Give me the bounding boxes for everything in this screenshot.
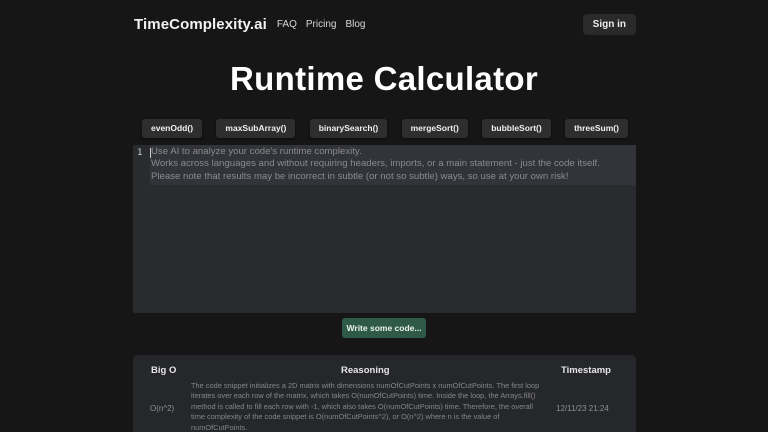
sign-in-button[interactable]: Sign in	[582, 13, 636, 35]
nav-link-blog[interactable]: Blog	[345, 19, 365, 30]
line-number: 1	[137, 148, 143, 158]
example-bubblesort-button[interactable]: bubbleSort()	[482, 119, 551, 138]
editor-placeholder: Use AI to analyze your code's runtime co…	[151, 146, 631, 183]
example-binarysearch-button[interactable]: binarySearch()	[309, 119, 388, 138]
nav-link-pricing[interactable]: Pricing	[306, 19, 337, 30]
top-nav: TimeComplexity.ai FAQ Pricing Blog Sign …	[134, 13, 636, 35]
text-cursor	[150, 148, 151, 158]
example-threesum-button[interactable]: threeSum()	[565, 119, 628, 138]
brand-logo[interactable]: TimeComplexity.ai	[134, 16, 267, 33]
example-mergesort-button[interactable]: mergeSort()	[401, 119, 468, 138]
header-reasoning: Reasoning	[341, 365, 390, 376]
placeholder-line-2: Works across languages and without requi…	[151, 158, 600, 170]
placeholder-line-3: Please note that results may be incorrec…	[151, 170, 569, 182]
example-buttons: evenOdd() maxSubArray() binarySearch() m…	[142, 119, 628, 139]
row-bigo: O(n^2)	[150, 404, 175, 413]
header-bigo: Big O	[151, 365, 177, 376]
results-table: Big O Reasoning Timestamp O(n^2) The cod…	[133, 355, 636, 432]
header-timestamp: Timestamp	[561, 365, 611, 376]
code-editor[interactable]: 1 Use AI to analyze your code's runtime …	[133, 145, 636, 313]
placeholder-line-1: Use AI to analyze your code's runtime co…	[151, 146, 362, 157]
nav-link-faq[interactable]: FAQ	[277, 19, 297, 30]
example-evenodd-button[interactable]: evenOdd()	[142, 119, 203, 138]
page-title: Runtime Calculator	[230, 60, 538, 97]
row-timestamp: 12/11/23 21:24	[556, 404, 609, 413]
row-reasoning: The code snippet initializes a 2D matrix…	[191, 381, 540, 432]
analyze-button[interactable]: Write some code...	[342, 318, 426, 338]
example-maxsubarray-button[interactable]: maxSubArray()	[216, 119, 296, 138]
